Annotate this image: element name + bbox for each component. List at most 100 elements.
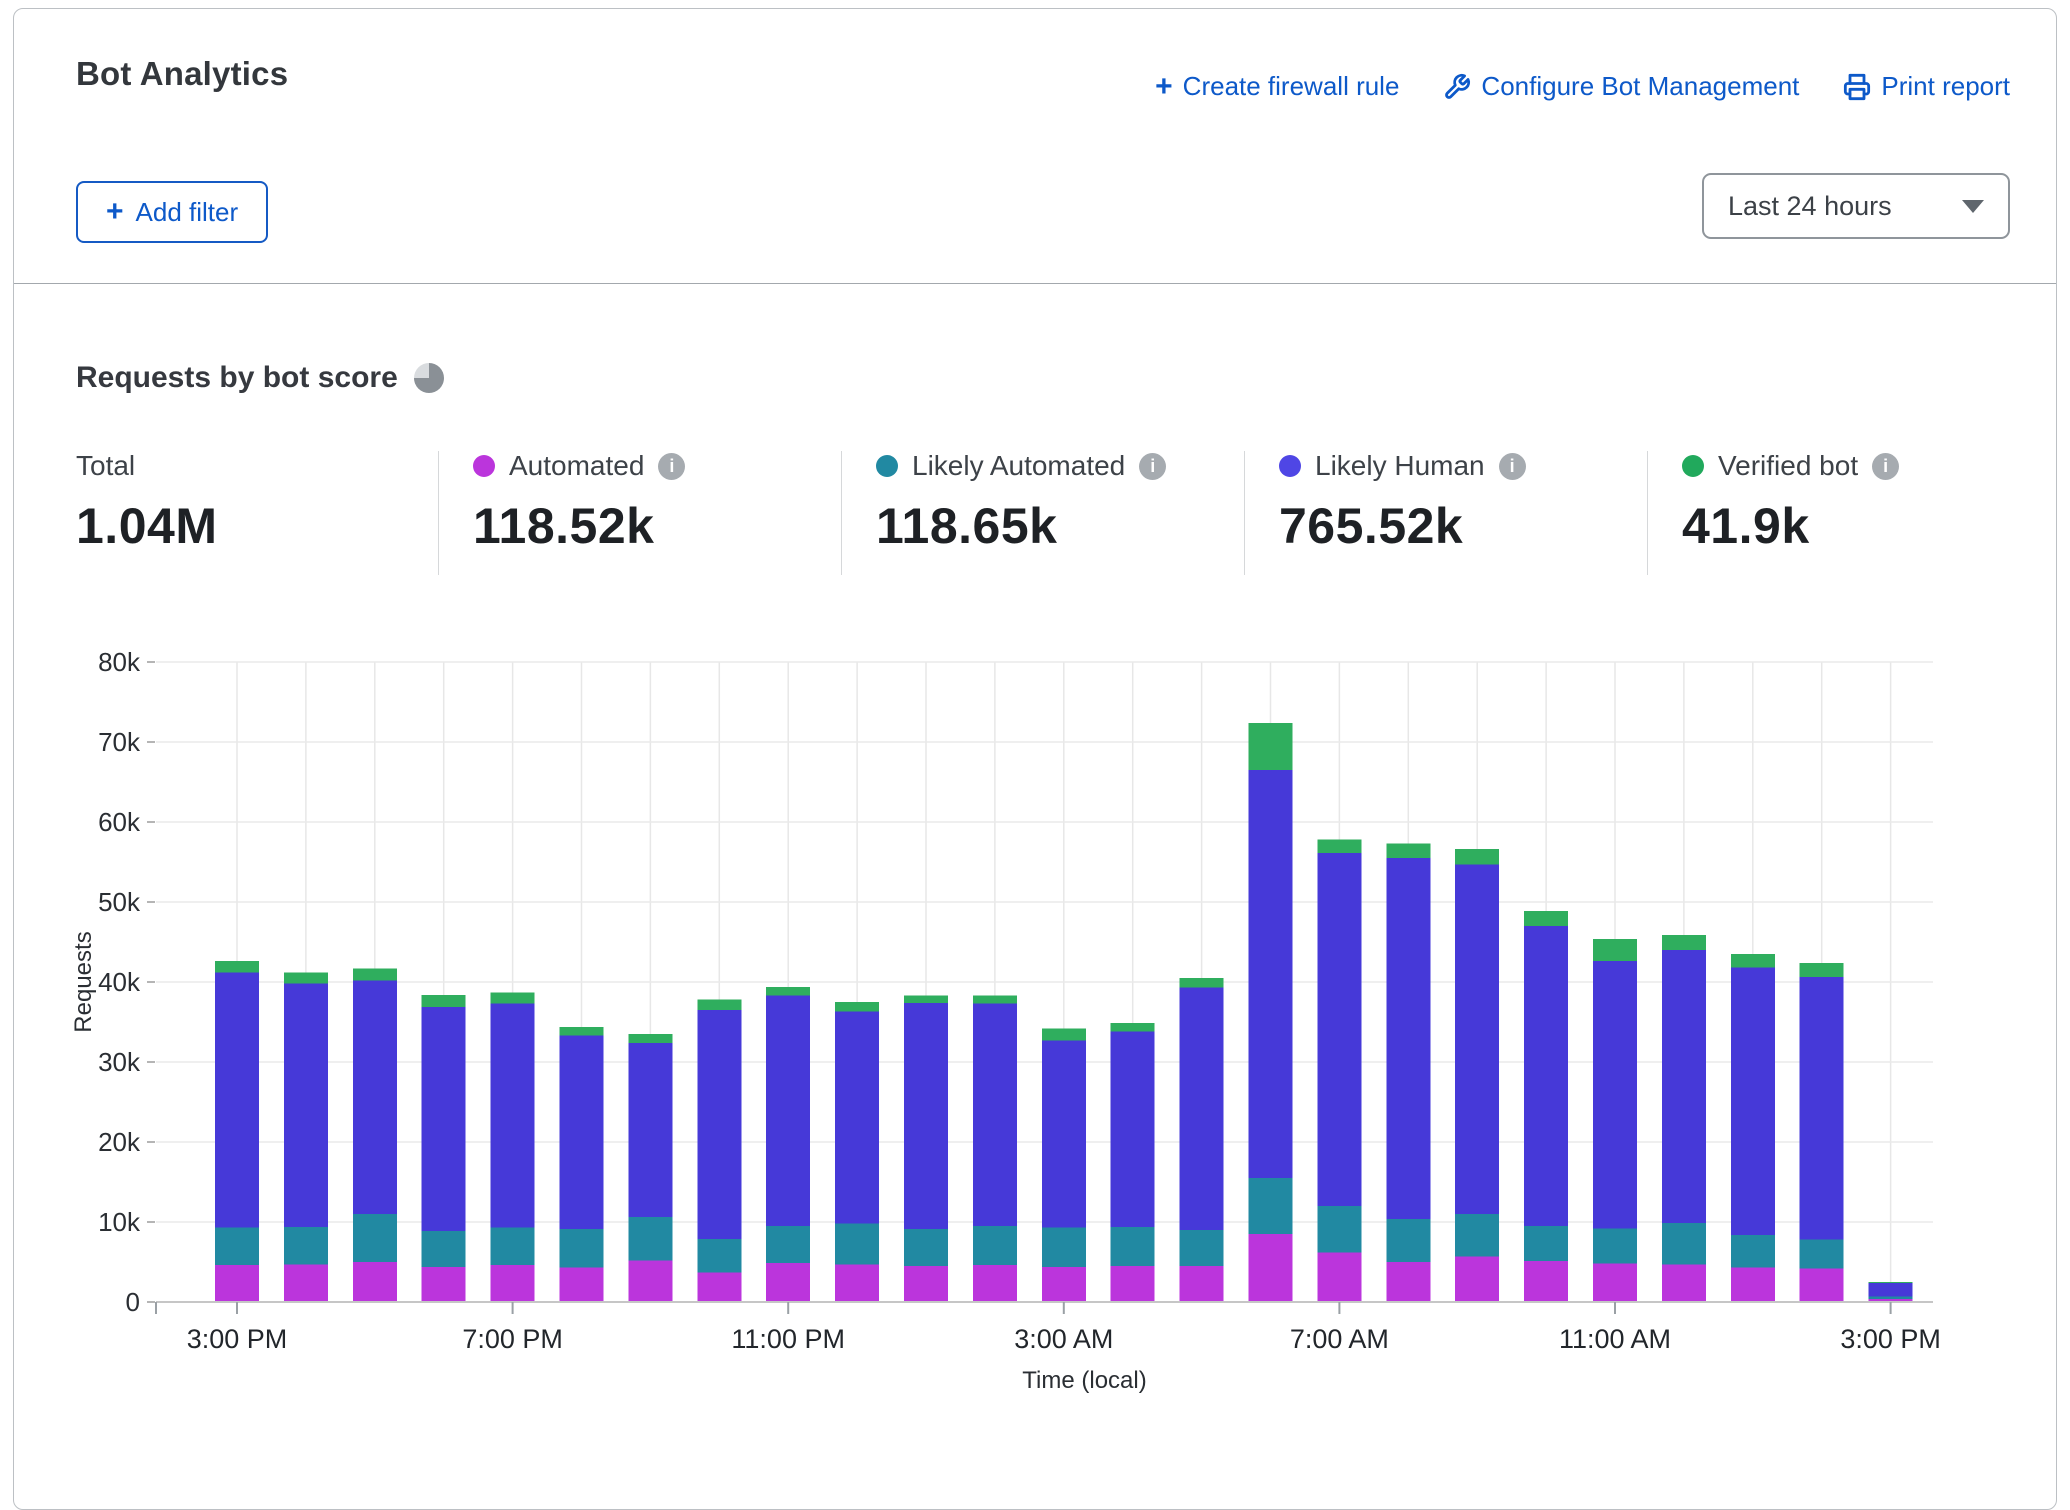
bar-segment-automated[interactable] <box>353 1262 397 1302</box>
bar-segment-likely-human[interactable] <box>1180 988 1224 1230</box>
bar-segment-automated[interactable] <box>904 1266 948 1302</box>
create-firewall-rule-link[interactable]: + Create firewall rule <box>1155 71 1399 102</box>
configure-bot-management-link[interactable]: Configure Bot Management <box>1443 71 1799 102</box>
bar-segment-verified-bot[interactable] <box>1317 840 1361 854</box>
bar-segment-automated[interactable] <box>697 1272 741 1302</box>
bar-segment-likely-human[interactable] <box>1042 1040 1086 1227</box>
bar-segment-likely-human[interactable] <box>1593 961 1637 1228</box>
add-filter-button[interactable]: + Add filter <box>76 181 268 243</box>
bar-segment-likely-automated[interactable] <box>1455 1214 1499 1256</box>
bar-segment-verified-bot[interactable] <box>215 961 259 972</box>
bar-segment-automated[interactable] <box>766 1263 810 1302</box>
bar-segment-verified-bot[interactable] <box>904 996 948 1003</box>
bar-segment-verified-bot[interactable] <box>353 968 397 980</box>
bar-segment-likely-automated[interactable] <box>215 1228 259 1266</box>
bar-segment-likely-human[interactable] <box>1455 864 1499 1214</box>
bar-segment-likely-automated[interactable] <box>1800 1240 1844 1269</box>
bar-segment-likely-human[interactable] <box>491 1004 535 1228</box>
bar-segment-verified-bot[interactable] <box>835 1002 879 1012</box>
bar-segment-likely-human[interactable] <box>1524 926 1568 1226</box>
bar-segment-likely-human[interactable] <box>1662 950 1706 1223</box>
bar-segment-automated[interactable] <box>1662 1264 1706 1302</box>
bar-segment-likely-human[interactable] <box>766 996 810 1226</box>
bar-segment-likely-human[interactable] <box>560 1036 604 1230</box>
bar-segment-likely-human[interactable] <box>1249 770 1293 1178</box>
bar-segment-automated[interactable] <box>1180 1266 1224 1302</box>
bar-segment-automated[interactable] <box>1386 1262 1430 1302</box>
bar-segment-verified-bot[interactable] <box>1455 849 1499 864</box>
bar-segment-likely-automated[interactable] <box>1386 1219 1430 1262</box>
bar-segment-verified-bot[interactable] <box>1800 963 1844 977</box>
bar-segment-likely-automated[interactable] <box>1111 1227 1155 1266</box>
bar-segment-likely-automated[interactable] <box>1249 1178 1293 1234</box>
bar-segment-verified-bot[interactable] <box>1249 723 1293 770</box>
bar-segment-likely-human[interactable] <box>973 1004 1017 1226</box>
bar-segment-automated[interactable] <box>560 1268 604 1302</box>
bar-segment-automated[interactable] <box>973 1265 1017 1302</box>
bar-segment-automated[interactable] <box>628 1260 672 1302</box>
bar-segment-verified-bot[interactable] <box>766 987 810 996</box>
info-icon[interactable]: i <box>1139 453 1166 480</box>
bar-segment-verified-bot[interactable] <box>1662 935 1706 950</box>
bar-segment-automated[interactable] <box>1249 1234 1293 1302</box>
bar-segment-likely-human[interactable] <box>353 980 397 1214</box>
bar-segment-likely-automated[interactable] <box>1317 1206 1361 1252</box>
bar-segment-verified-bot[interactable] <box>284 972 328 983</box>
bar-segment-likely-automated[interactable] <box>560 1229 604 1267</box>
bar-segment-verified-bot[interactable] <box>491 992 535 1003</box>
bar-segment-verified-bot[interactable] <box>422 995 466 1007</box>
bar-segment-likely-automated[interactable] <box>1180 1230 1224 1266</box>
bar-segment-likely-human[interactable] <box>904 1003 948 1229</box>
bar-segment-likely-human[interactable] <box>1800 977 1844 1239</box>
bar-segment-verified-bot[interactable] <box>1869 1282 1913 1283</box>
bar-segment-verified-bot[interactable] <box>1731 954 1775 968</box>
bar-segment-automated[interactable] <box>1524 1261 1568 1302</box>
bar-segment-automated[interactable] <box>284 1264 328 1302</box>
bar-segment-automated[interactable] <box>215 1265 259 1302</box>
bar-segment-verified-bot[interactable] <box>697 1000 741 1010</box>
bar-segment-likely-automated[interactable] <box>491 1228 535 1266</box>
bar-segment-automated[interactable] <box>1042 1267 1086 1302</box>
bar-segment-likely-automated[interactable] <box>1662 1223 1706 1265</box>
bar-segment-likely-human[interactable] <box>697 1010 741 1239</box>
bar-segment-likely-automated[interactable] <box>1524 1226 1568 1261</box>
bar-segment-verified-bot[interactable] <box>1593 939 1637 961</box>
bar-segment-automated[interactable] <box>1111 1266 1155 1302</box>
bar-segment-likely-automated[interactable] <box>1042 1228 1086 1267</box>
bar-segment-likely-human[interactable] <box>1111 1032 1155 1227</box>
bar-segment-automated[interactable] <box>1731 1268 1775 1302</box>
time-range-select[interactable]: Last 24 hours <box>1702 173 2010 239</box>
bar-segment-likely-automated[interactable] <box>904 1229 948 1266</box>
bar-segment-verified-bot[interactable] <box>1042 1028 1086 1040</box>
info-icon[interactable]: i <box>658 453 685 480</box>
bar-segment-likely-human[interactable] <box>1731 968 1775 1235</box>
bar-segment-verified-bot[interactable] <box>1524 911 1568 926</box>
bar-segment-automated[interactable] <box>1317 1252 1361 1302</box>
bar-segment-verified-bot[interactable] <box>1386 844 1430 858</box>
bar-segment-likely-automated[interactable] <box>353 1214 397 1262</box>
bar-segment-likely-automated[interactable] <box>766 1226 810 1263</box>
bar-segment-likely-human[interactable] <box>628 1043 672 1217</box>
bar-segment-automated[interactable] <box>1800 1268 1844 1302</box>
info-icon[interactable]: i <box>1499 453 1526 480</box>
bar-segment-verified-bot[interactable] <box>628 1034 672 1043</box>
bar-segment-automated[interactable] <box>835 1264 879 1302</box>
bar-segment-likely-automated[interactable] <box>973 1226 1017 1265</box>
bar-segment-likely-human[interactable] <box>215 972 259 1227</box>
print-report-link[interactable]: Print report <box>1843 71 2010 102</box>
bar-segment-likely-automated[interactable] <box>1593 1228 1637 1263</box>
bar-segment-likely-automated[interactable] <box>697 1239 741 1273</box>
bar-segment-verified-bot[interactable] <box>1180 978 1224 988</box>
bar-segment-likely-human[interactable] <box>835 1012 879 1224</box>
bar-segment-likely-automated[interactable] <box>422 1231 466 1267</box>
bar-segment-likely-automated[interactable] <box>628 1217 672 1260</box>
bar-segment-likely-automated[interactable] <box>284 1227 328 1265</box>
bar-segment-likely-human[interactable] <box>1317 853 1361 1206</box>
bar-segment-verified-bot[interactable] <box>1111 1023 1155 1032</box>
bar-segment-likely-human[interactable] <box>1386 858 1430 1219</box>
bar-segment-likely-automated[interactable] <box>835 1224 879 1265</box>
bar-segment-likely-automated[interactable] <box>1731 1235 1775 1268</box>
bar-segment-likely-human[interactable] <box>284 984 328 1227</box>
info-icon[interactable]: i <box>1872 453 1899 480</box>
bar-segment-likely-automated[interactable] <box>1869 1296 1913 1298</box>
